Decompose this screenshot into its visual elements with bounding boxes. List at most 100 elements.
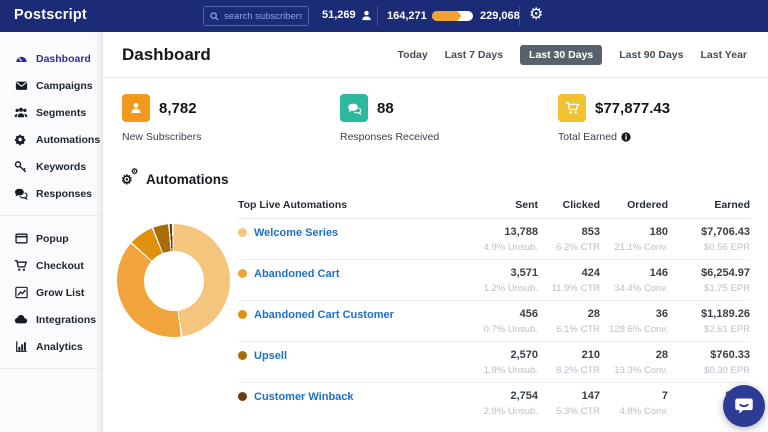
- sidebar-item-automations[interactable]: Automations: [0, 126, 102, 153]
- users-icon: [14, 106, 28, 120]
- automations-donut-chart: [117, 224, 230, 337]
- sidebar-item-label: Keywords: [36, 161, 86, 173]
- cell-name: Abandoned Cart Customer: [238, 308, 460, 335]
- clicked-value: 424: [538, 267, 600, 279]
- cell-ordered: 14634.4% Conv.: [600, 267, 668, 294]
- person-icon: [361, 10, 372, 21]
- sidebar-divider: [0, 215, 102, 216]
- sidebar-item-dashboard[interactable]: Dashboard: [0, 45, 102, 72]
- filter-last-7-days[interactable]: Last 7 Days: [445, 45, 503, 65]
- stat-label: Total Earned: [558, 131, 617, 143]
- sent-sub-value: 1.2% Unsub.: [460, 283, 538, 294]
- cell-clicked: 8536.2% CTR: [538, 226, 600, 253]
- filter-last-90-days[interactable]: Last 90 Days: [619, 45, 683, 65]
- usage-limit: 229,068: [480, 10, 520, 22]
- cell-sent: 2,7542.9% Unsub.: [460, 390, 538, 417]
- sidebar-item-checkout[interactable]: Checkout: [0, 252, 102, 279]
- stat-value: $77,877.43: [595, 100, 670, 117]
- earned-sub-value: $1.75 EPR: [668, 283, 750, 294]
- stat-card-total-earned: $77,877.43 Total Earned: [558, 94, 670, 143]
- cell-earned: $760.33$0.30 EPR: [668, 349, 750, 376]
- sidebar-item-grow-list[interactable]: Grow List: [0, 279, 102, 306]
- clicked-sub-value: 11.9% CTR: [538, 283, 600, 294]
- sidebar-item-integrations[interactable]: Integrations: [0, 306, 102, 333]
- earned-value: $6,254.97: [668, 267, 750, 279]
- sidebar-nav: Dashboard Campaigns Segments Automations Key…: [0, 32, 103, 432]
- ordered-value: 36: [600, 308, 668, 320]
- sidebar-item-analytics[interactable]: Analytics: [0, 333, 102, 360]
- earned-sub-value: $0.56 EPR: [668, 242, 750, 253]
- sidebar-group: Popup Checkout Grow List Integrations Analyt…: [0, 225, 102, 360]
- automation-link[interactable]: Abandoned Cart: [254, 268, 340, 280]
- col-header-sent: Sent: [460, 199, 538, 211]
- sidebar-item-label: Checkout: [36, 260, 84, 272]
- sidebar-item-label: Grow List: [36, 287, 84, 299]
- filter-last-year[interactable]: Last Year: [700, 45, 747, 65]
- automation-link[interactable]: Customer Winback: [254, 391, 354, 403]
- automation-row-abandoned-cart-customer: Abandoned Cart Customer4560.7% Unsub.286…: [238, 301, 750, 342]
- date-range-filters: Today Last 7 Days Last 30 Days Last 90 Days…: [398, 45, 747, 65]
- automations-table: Top Live Automations Sent Clicked Ordere…: [238, 199, 750, 423]
- person-icon: [122, 94, 150, 122]
- stat-value: 88: [377, 100, 394, 117]
- info-icon[interactable]: [621, 132, 631, 142]
- sidebar-group: Dashboard Campaigns Segments Automations Key…: [0, 45, 102, 207]
- automation-row-upsell: Upsell2,5701.9% Unsub.2108.2% CTR2813.3%…: [238, 342, 750, 383]
- cell-sent: 2,5701.9% Unsub.: [460, 349, 538, 376]
- sidebar-item-label: Segments: [36, 107, 86, 119]
- gears-icon: [14, 133, 28, 147]
- clicked-value: 210: [538, 349, 600, 361]
- nav-divider: [519, 6, 520, 26]
- sidebar-item-segments[interactable]: Segments: [0, 99, 102, 126]
- sidebar-item-responses[interactable]: Responses: [0, 180, 102, 207]
- brand-logo[interactable]: Postscript: [14, 7, 87, 23]
- cell-name: Upsell: [238, 349, 460, 376]
- earned-value: $7,706.43: [668, 226, 750, 238]
- filter-today[interactable]: Today: [398, 45, 428, 65]
- col-header-earned: Earned: [668, 199, 750, 211]
- cloud-icon: [14, 313, 28, 327]
- cell-ordered: 36128.6% Conv.: [600, 308, 668, 335]
- col-header-name: Top Live Automations: [238, 199, 460, 211]
- sidebar-item-popup[interactable]: Popup: [0, 225, 102, 252]
- search-input[interactable]: [224, 11, 302, 22]
- series-color-dot: [238, 310, 247, 319]
- sent-value: 2,570: [460, 349, 538, 361]
- automations-section-heading: ⚙⚙ Automations: [121, 171, 229, 187]
- subscriber-search[interactable]: [203, 6, 309, 26]
- cell-ordered: 18021.1% Conv.: [600, 226, 668, 253]
- clicked-sub-value: 6.2% CTR: [538, 242, 600, 253]
- stat-label: Responses Received: [340, 131, 439, 143]
- filter-last-30-days[interactable]: Last 30 Days: [520, 45, 602, 65]
- cell-earned: $7,706.43 $0.56 EPR: [668, 226, 750, 253]
- sidebar-item-label: Integrations: [36, 314, 96, 326]
- cell-ordered: 74.8% Conv.: [600, 390, 668, 417]
- envelope-icon: [14, 79, 28, 93]
- ordered-value: 146: [600, 267, 668, 279]
- settings-gear-icon[interactable]: ⚙: [529, 4, 543, 24]
- col-header-clicked: Clicked: [538, 199, 600, 211]
- chat-messenger-button[interactable]: [723, 385, 765, 427]
- series-color-dot: [238, 351, 247, 360]
- cell-earned: $6,254.97 $1.75 EPR: [668, 267, 750, 294]
- growth-icon: [14, 286, 28, 300]
- automation-link[interactable]: Abandoned Cart Customer: [254, 309, 394, 321]
- chat-messenger-icon: [734, 396, 754, 416]
- clicked-sub-value: 6.1% CTR: [538, 324, 600, 335]
- sent-value: 2,754: [460, 390, 538, 402]
- sidebar-item-keywords[interactable]: Keywords: [0, 153, 102, 180]
- automation-row-abandoned-cart: Abandoned Cart3,5711.2% Unsub.42411.9% C…: [238, 260, 750, 301]
- automation-link[interactable]: Welcome Series: [254, 227, 338, 239]
- ordered-value: 180: [600, 226, 668, 238]
- cell-name: Customer Winback: [238, 390, 460, 417]
- automation-link[interactable]: Upsell: [254, 350, 287, 362]
- sidebar-item-label: Dashboard: [36, 53, 91, 65]
- automations-gears-icon: ⚙⚙: [121, 171, 139, 187]
- page-title: Dashboard: [122, 45, 211, 65]
- sidebar-item-campaigns[interactable]: Campaigns: [0, 72, 102, 99]
- sent-sub-value: 4.9% Unsub.: [460, 242, 538, 253]
- chat-icon: [14, 187, 28, 201]
- chat-icon: [340, 94, 368, 122]
- earned-sub-value: $2.61 EPR: [668, 324, 750, 335]
- stat-card-responses-received: 88 Responses Received: [340, 94, 439, 143]
